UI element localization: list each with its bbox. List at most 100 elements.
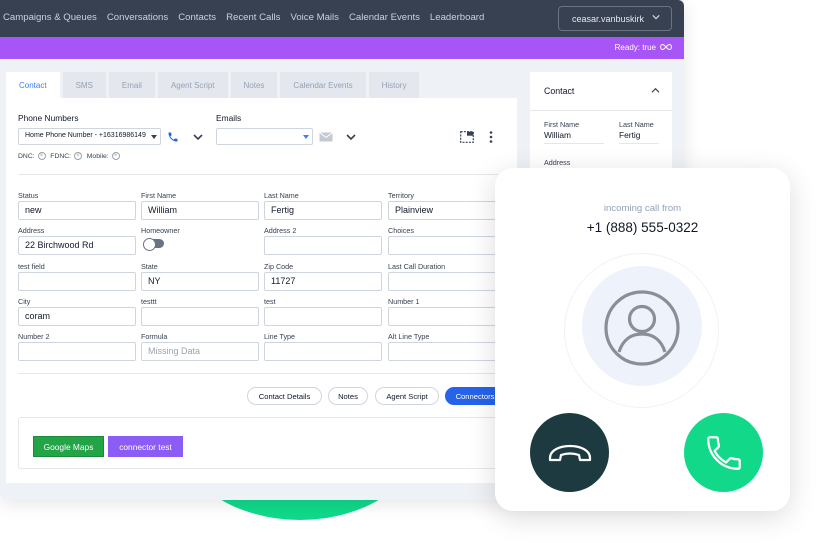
alt-line-type-label: Alt Line Type [388,332,430,341]
number-1-field[interactable] [388,307,498,326]
user-menu-button[interactable]: ceasar.vanbuskirk [558,6,672,31]
test-field-label: test field [18,262,45,271]
decline-call-button[interactable] [530,413,609,492]
chevron-down-icon [652,15,660,20]
line-type-label: Line Type [264,332,296,341]
side-last-name-value: Fertig [619,130,641,140]
state-field[interactable]: NY [141,272,259,291]
email-select[interactable] [216,128,313,145]
divider [18,174,498,175]
close-icon[interactable]: × [73,152,82,160]
phone-icon[interactable] [167,131,179,143]
tab-calendar-events[interactable]: Calendar Events [280,72,366,98]
status-bar: Ready: true [0,37,684,59]
username: ceasar.vanbuskirk [572,13,645,24]
divider [530,110,672,111]
divider [544,143,604,144]
testtt-field[interactable] [141,307,259,326]
phone-numbers-label: Phone Numbers [18,113,79,123]
close-icon[interactable]: × [37,152,46,160]
incoming-call-card: incoming call from +1 (888) 555-0322 [495,168,790,511]
emails-label: Emails [216,113,242,123]
side-first-name-label: First Name [544,120,580,129]
tab-email[interactable]: Email [108,72,155,98]
alt-line-type-field[interactable] [388,342,498,361]
nav-campaigns-queues[interactable]: Campaigns & Queues [3,12,97,23]
nav-recent-calls[interactable]: Recent Calls [226,12,280,23]
tab-history[interactable]: History [368,72,420,98]
nav-calendar-events[interactable]: Calendar Events [349,12,420,23]
territory-label: Territory [388,191,414,200]
city-field[interactable]: coram [18,307,136,326]
caller-number: +1 (888) 555-0322 [586,220,699,235]
connector-test-button[interactable]: connector test [108,436,183,457]
chevron-down-icon[interactable] [346,133,356,141]
state-label: State [141,262,158,271]
choices-field[interactable] [388,236,498,255]
first-name-field[interactable]: William [141,201,259,220]
address-label: Address [18,226,45,235]
nav-conversations[interactable]: Conversations [107,12,168,23]
main-nav: Campaigns & Queues Conversations Contact… [3,12,494,23]
nav-voice-mails[interactable]: Voice Mails [290,12,339,23]
territory-field[interactable]: Plainview [388,201,498,220]
notes-button[interactable]: Notes [328,387,368,405]
contact-tabs: Contact SMS Email Agent Script Notes Cal… [6,72,422,98]
line-type-field[interactable] [264,342,382,361]
homeowner-label: Homeowner [141,226,180,235]
tab-contact[interactable]: Contact [6,72,60,98]
address-2-label: Address 2 [264,226,297,235]
test-input[interactable] [264,307,382,326]
zip-code-field[interactable]: 11727 [264,272,382,291]
number-2-field[interactable] [18,342,136,361]
divider [619,143,659,144]
first-name-label: First Name [141,191,177,200]
last-call-duration-label: Last Call Duration [388,262,446,271]
tab-sms[interactable]: SMS [62,72,106,98]
mobile-label: Mobile: [86,152,109,160]
last-name-field[interactable]: Fertig [264,201,382,220]
google-maps-button[interactable]: Google Maps [33,436,104,457]
accept-call-button[interactable] [684,413,763,492]
tab-agent-script[interactable]: Agent Script [157,72,228,98]
contact-details-button[interactable]: Contact Details [247,387,322,405]
address-2-field[interactable] [264,236,382,255]
choices-label: Choices [388,226,414,235]
status-field[interactable]: new [18,201,136,220]
nav-leaderboard[interactable]: Leaderboard [430,12,484,23]
side-first-name-value: William [544,130,571,140]
caret-down-icon [303,135,309,139]
hang-up-icon [548,444,592,462]
fdnc-label: FDNC: [50,152,72,160]
chevron-up-icon[interactable] [651,87,660,94]
test-field-input[interactable] [18,272,136,291]
layout-toggle-icon[interactable] [460,131,474,143]
more-options-icon[interactable] [489,131,493,143]
phone-icon [707,436,741,470]
city-label: City [18,297,31,306]
phone-number-value: Home Phone Number - +16316986149 [25,132,146,139]
top-navigation-bar: Campaigns & Queues Conversations Contact… [0,0,684,37]
number-2-label: Number 2 [18,332,50,341]
ready-status: Ready: true [614,43,656,52]
mail-icon[interactable] [319,132,333,142]
close-icon[interactable]: × [111,152,120,160]
chevron-down-icon[interactable] [193,133,203,141]
nav-contacts[interactable]: Contacts [178,12,216,23]
test-label: test [264,297,276,306]
user-avatar-icon [604,290,680,366]
formula-label: Formula [141,332,168,341]
last-call-duration-field[interactable] [388,272,498,291]
homeowner-toggle[interactable] [143,238,164,251]
tab-notes[interactable]: Notes [230,72,278,98]
phone-number-select[interactable]: Home Phone Number - +16316986149 [18,128,161,145]
formula-field[interactable]: Missing Data [141,342,259,361]
side-address-label: Address [544,158,571,167]
zip-code-label: Zip Code [264,262,294,271]
number-1-label: Number 1 [388,297,420,306]
address-field[interactable]: 22 Birchwood Rd [18,236,136,255]
caret-down-icon [151,135,157,139]
dnc-label: DNC: [18,152,35,160]
agent-script-button[interactable]: Agent Script [375,387,439,405]
side-last-name-label: Last Name [619,120,654,129]
